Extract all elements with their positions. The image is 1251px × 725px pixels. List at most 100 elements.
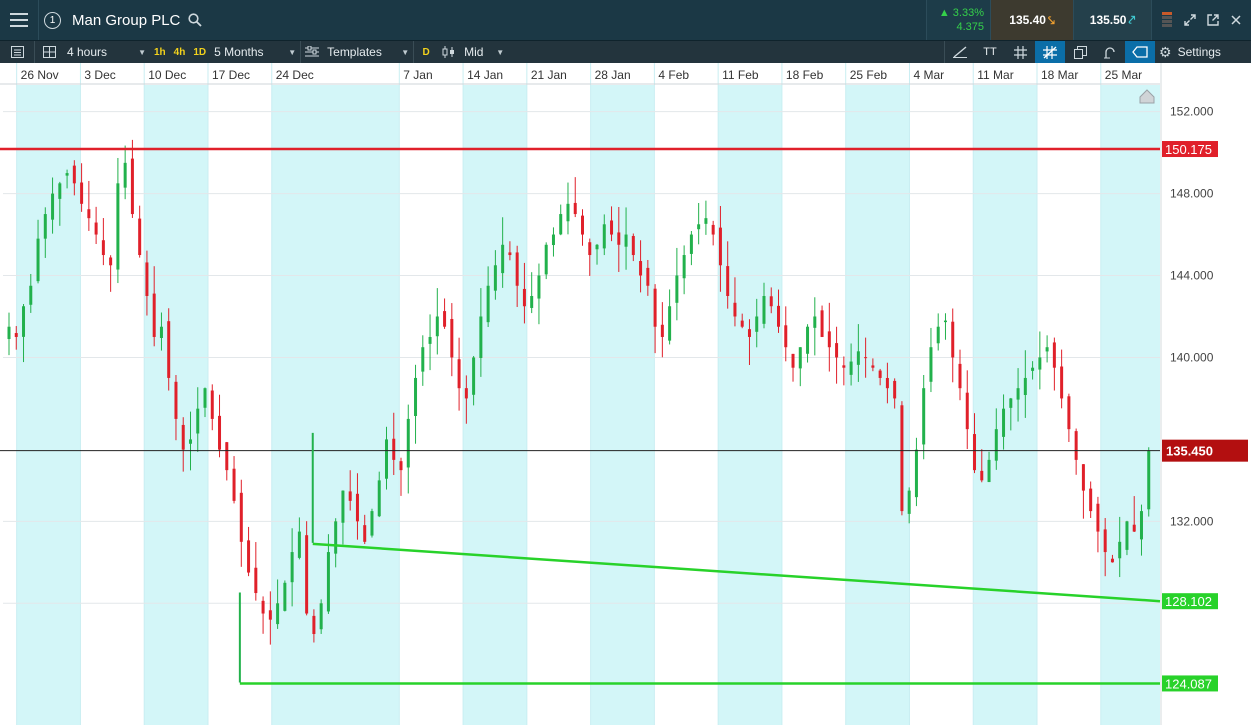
- candle-body: [566, 203, 570, 222]
- settings-button[interactable]: ⚙ Settings: [1155, 41, 1251, 63]
- candle-body: [639, 261, 643, 276]
- change-percent: ▲ 3.33%: [938, 7, 984, 19]
- expand-icon[interactable]: [1182, 12, 1198, 28]
- x-tick-label: 11 Mar: [977, 68, 1013, 82]
- menu-button[interactable]: [0, 0, 39, 40]
- tag-button[interactable]: [1125, 41, 1155, 63]
- x-tick-label: 21 Jan: [531, 68, 567, 82]
- x-tick-label: 4 Mar: [913, 68, 944, 82]
- candle-body: [58, 183, 62, 199]
- close-icon[interactable]: [1228, 12, 1244, 28]
- candle-body: [544, 244, 548, 275]
- candle-body: [769, 296, 773, 307]
- candle-body: [232, 468, 236, 501]
- candle-body: [704, 218, 708, 224]
- candle-body: [733, 302, 737, 317]
- candle-body: [29, 285, 33, 305]
- text-tool-button[interactable]: TT: [975, 41, 1005, 63]
- week-band: [271, 85, 400, 725]
- crosshair-button[interactable]: [1035, 41, 1065, 63]
- candle-body: [152, 293, 156, 337]
- quick-4h-button[interactable]: 4h: [170, 41, 190, 63]
- price-change: ▲ 3.33% 4.375: [926, 0, 990, 40]
- candle-body: [835, 343, 839, 358]
- search-icon[interactable]: [188, 13, 203, 27]
- candle-body: [363, 525, 367, 542]
- candle-body: [697, 224, 701, 230]
- quick-1d-button[interactable]: 1D: [189, 41, 210, 63]
- candle-body: [254, 567, 258, 594]
- candle-body: [22, 306, 26, 337]
- candle-body: [1110, 558, 1114, 563]
- candle-body: [457, 359, 461, 389]
- candle-body: [203, 388, 207, 408]
- candle-body: [101, 240, 105, 256]
- range-label: 5 Months: [214, 45, 264, 59]
- draw-line-button[interactable]: [945, 41, 975, 63]
- buy-button[interactable]: 135.50 ⤤: [1073, 0, 1151, 40]
- x-tick-label: 10 Dec: [148, 68, 186, 82]
- candle-body: [319, 603, 323, 630]
- layout-grid-icon: [42, 46, 56, 58]
- range-dropdown[interactable]: 5 Months ▼: [210, 41, 300, 63]
- link-group-button[interactable]: 1: [39, 0, 66, 40]
- templates-icon: [305, 46, 320, 57]
- copy-icon: [1073, 45, 1087, 59]
- candle-body: [595, 244, 599, 250]
- d-button[interactable]: D: [414, 41, 438, 63]
- x-tick-label: 26 Nov: [21, 68, 59, 82]
- interval-dropdown[interactable]: 4 hours ▼: [63, 41, 150, 63]
- candle-body: [1074, 431, 1078, 460]
- candle-body: [421, 347, 425, 372]
- indicator-button[interactable]: [1095, 41, 1125, 63]
- buy-price: 135.50: [1089, 13, 1127, 27]
- sell-button[interactable]: 135.40 ⤥: [990, 0, 1073, 40]
- candle-body: [1052, 342, 1056, 368]
- templates-dropdown[interactable]: Templates ▼: [301, 41, 413, 63]
- candle-body: [36, 238, 40, 282]
- week-band: [16, 85, 81, 725]
- candle-body: [392, 438, 396, 460]
- popout-icon[interactable]: [1205, 12, 1221, 28]
- candle-body: [399, 461, 403, 471]
- candle-body: [747, 329, 751, 337]
- list-view-button[interactable]: [0, 41, 34, 63]
- candle-body: [1045, 347, 1049, 352]
- instrument-name: Man Group PLC: [72, 11, 181, 29]
- candle-body: [602, 224, 606, 249]
- candle-body: [958, 363, 962, 389]
- candle-body: [711, 224, 715, 235]
- price-chart[interactable]: 26 Nov 3 Dec 10 Dec 17 Dec 24 Dec 7 Jan 14 Jan…: [0, 63, 1251, 725]
- candle-body: [188, 439, 192, 444]
- week-band: [590, 85, 655, 725]
- candle-body: [1081, 464, 1085, 491]
- candle-body: [370, 511, 374, 536]
- layout-button[interactable]: [35, 41, 63, 63]
- candle-body: [581, 215, 584, 235]
- candle-body: [856, 351, 860, 365]
- candle-body: [486, 285, 490, 323]
- grid-button[interactable]: [1005, 41, 1035, 63]
- list-icon: [10, 46, 24, 58]
- instrument-title[interactable]: Man Group PLC: [66, 0, 203, 40]
- candle-body: [762, 296, 766, 324]
- candle-body: [109, 257, 113, 266]
- candle-body: [14, 333, 18, 337]
- candle-body: [225, 442, 229, 471]
- price-labels: 135.450 150.175 128.102 124.087: [1162, 141, 1248, 692]
- chart-canvas[interactable]: 26 Nov 3 Dec 10 Dec 17 Dec 24 Dec 7 Jan 14 Jan…: [0, 63, 1251, 725]
- quick-1h-button[interactable]: 1h: [150, 41, 170, 63]
- week-band: [718, 85, 782, 725]
- candle-body: [682, 255, 686, 279]
- candle-body: [929, 347, 933, 382]
- candlestick-icon: [442, 46, 455, 58]
- candle-body: [973, 434, 977, 471]
- x-tick-label: 24 Dec: [276, 68, 314, 82]
- chevron-down-icon: ▼: [401, 47, 410, 57]
- copy-button[interactable]: [1065, 41, 1095, 63]
- candle-body: [791, 353, 795, 368]
- chevron-down-icon: ▼: [496, 47, 505, 57]
- price-mode-dropdown[interactable]: Mid ▼: [438, 41, 508, 63]
- chart-toolbar: 4 hours ▼ 1h 4h 1D 5 Months ▼ Templates …: [0, 41, 1251, 63]
- candle-body: [726, 266, 730, 296]
